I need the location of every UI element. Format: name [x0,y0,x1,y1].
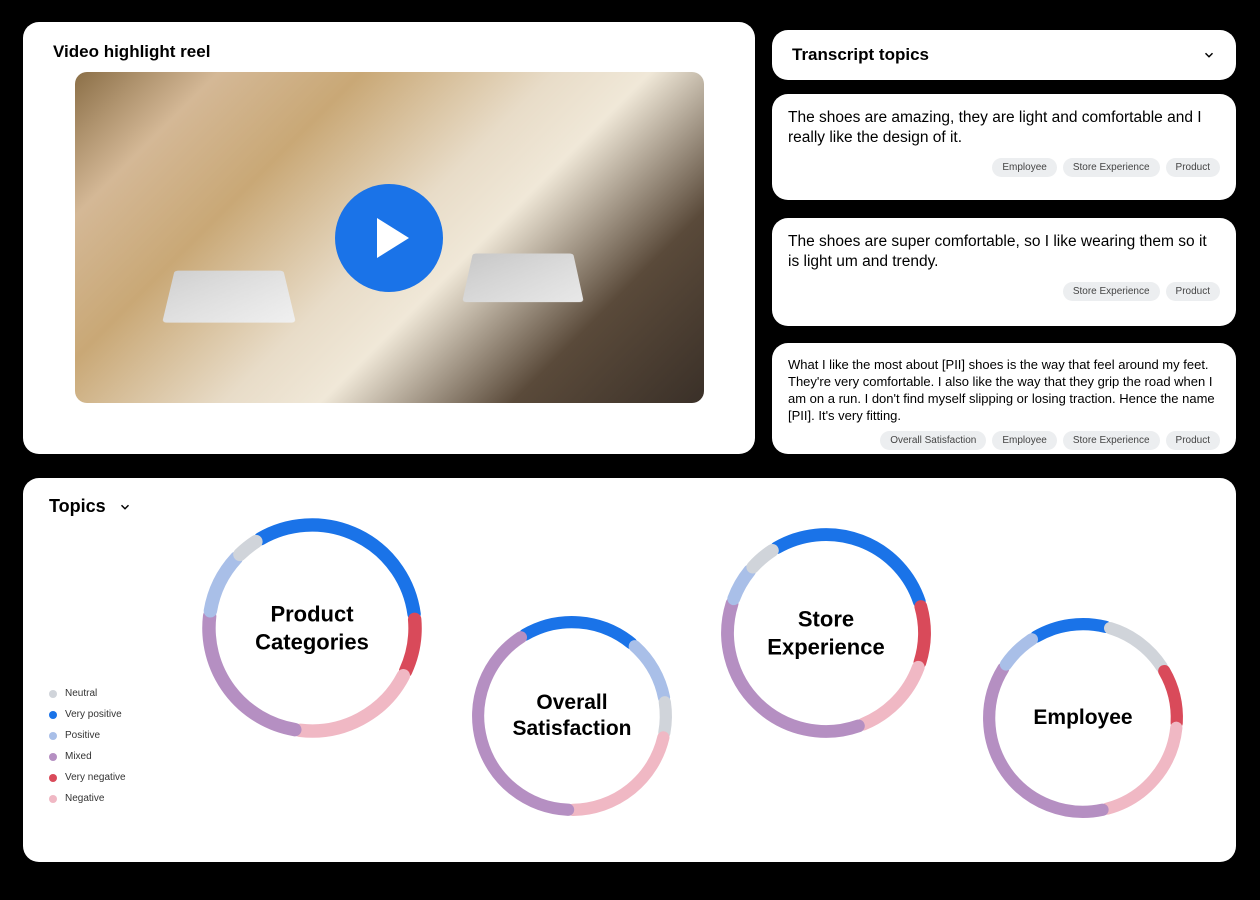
tag[interactable]: Store Experience [1063,431,1160,450]
transcript-text: The shoes are super comfortable, so I li… [788,232,1220,272]
donut-label: OverallSatisfaction [512,690,631,743]
legend-item: Neutral [49,688,126,699]
tag[interactable]: Employee [992,158,1056,177]
legend-label: Negative [65,793,104,804]
transcript-topics-title: Transcript topics [792,45,929,65]
video-highlight-card: Video highlight reel [23,22,755,454]
video-frame[interactable] [75,72,704,403]
donut-store-experience[interactable]: StoreExperience [719,526,933,740]
tag[interactable]: Product [1166,431,1220,450]
transcript-item[interactable]: The shoes are amazing, they are light an… [772,94,1236,200]
transcript-text: What I like the most about [PII] shoes i… [788,357,1220,425]
transcript-item[interactable]: The shoes are super comfortable, so I li… [772,218,1236,326]
tag-row: Overall Satisfaction Employee Store Expe… [788,431,1220,450]
legend: Neutral Very positive Positive Mixed Ver… [49,688,126,804]
donut-label: StoreExperience [767,606,884,661]
play-icon [377,218,409,258]
chevron-down-icon [118,500,132,514]
tag[interactable]: Overall Satisfaction [880,431,986,450]
legend-item: Very positive [49,709,126,720]
video-title: Video highlight reel [53,42,725,62]
transcript-topics-header[interactable]: Transcript topics [772,30,1236,80]
tag-row: Store Experience Product [788,282,1220,301]
legend-item: Mixed [49,751,126,762]
topics-card: Topics Neutral Very positive Positive Mi… [23,478,1236,862]
topics-header[interactable]: Topics [49,496,1210,517]
donut-label: ProductCategories [255,601,369,656]
legend-item: Negative [49,793,126,804]
tag-row: Employee Store Experience Product [788,158,1220,177]
legend-label: Very positive [65,709,122,720]
transcript-item[interactable]: What I like the most about [PII] shoes i… [772,343,1236,454]
legend-dot [49,795,57,803]
legend-label: Very negative [65,772,126,783]
legend-dot [49,732,57,740]
donut-overall-satisfaction[interactable]: OverallSatisfaction [470,614,674,818]
tag[interactable]: Product [1166,158,1220,177]
tag[interactable]: Store Experience [1063,282,1160,301]
tag[interactable]: Product [1166,282,1220,301]
legend-label: Mixed [65,751,92,762]
donut-label: Employee [1033,705,1132,731]
legend-dot [49,690,57,698]
play-button[interactable] [335,184,443,292]
legend-dot [49,774,57,782]
transcript-text: The shoes are amazing, they are light an… [788,108,1220,148]
legend-dot [49,711,57,719]
legend-item: Positive [49,730,126,741]
chevron-down-icon [1202,48,1216,62]
legend-item: Very negative [49,772,126,783]
topics-title: Topics [49,496,106,517]
legend-label: Positive [65,730,100,741]
tag[interactable]: Store Experience [1063,158,1160,177]
tag[interactable]: Employee [992,431,1056,450]
donut-product-categories[interactable]: ProductCategories [200,516,424,740]
legend-label: Neutral [65,688,97,699]
legend-dot [49,753,57,761]
donut-employee[interactable]: Employee [981,616,1185,820]
